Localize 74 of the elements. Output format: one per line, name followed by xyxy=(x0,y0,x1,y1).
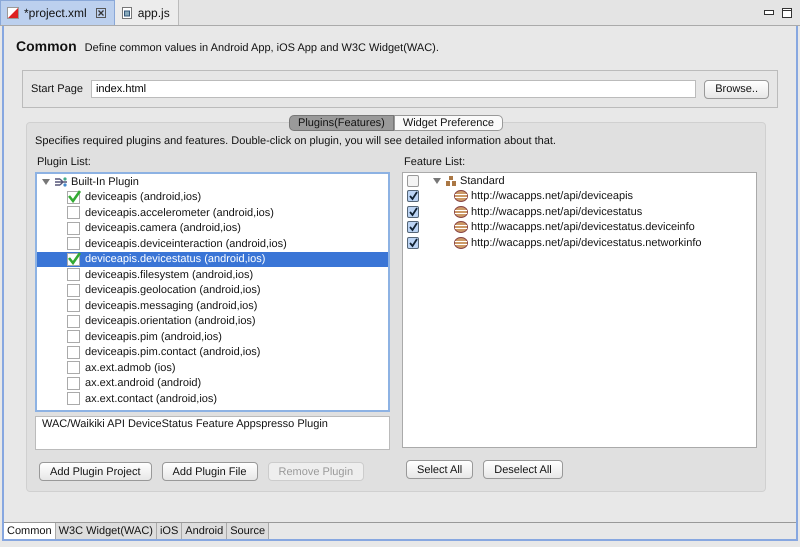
feature-item[interactable]: http://wacapps.net/api/devicestatus.deviceinfo xyxy=(471,221,695,234)
feature-icon xyxy=(454,221,468,234)
page-tab[interactable]: W3C Widget(WAC) xyxy=(56,523,157,539)
instructions-text: Specifies required plugins and features. Double-click on plugin, you will see detailed information about that. xyxy=(35,135,557,149)
checkbox[interactable] xyxy=(67,190,80,204)
xml-file-icon xyxy=(7,7,19,19)
plugin-item[interactable]: deviceapis.deviceinteraction (android,ios) xyxy=(37,236,388,252)
plugin-item[interactable]: ax.ext.android (android) xyxy=(37,376,388,391)
feature-icon xyxy=(454,206,468,218)
checkbox[interactable] xyxy=(67,284,80,297)
checkbox[interactable] xyxy=(67,346,80,359)
plugin-item[interactable]: deviceapis.orientation (android,ios) xyxy=(37,314,388,329)
feature-icon xyxy=(454,190,468,202)
feature-item[interactable]: http://wacapps.net/api/devicestatus.networkinfo xyxy=(471,236,702,249)
page-title: Common xyxy=(16,38,77,54)
plugin-item[interactable]: deviceapis.accelerometer (android,ios) xyxy=(37,205,388,220)
plugin-item[interactable]: ax.ext.admob (ios) xyxy=(37,360,388,376)
tree-item[interactable]: Built-In Plugin xyxy=(71,176,139,188)
page-description: Define common values in Android App, iOS App and W3C Widget(WAC). xyxy=(84,42,439,54)
plugin-item[interactable]: deviceapis.devicestatus (android,ios) xyxy=(37,252,388,267)
checkbox[interactable] xyxy=(67,206,80,220)
checkbox[interactable] xyxy=(407,206,419,218)
feature-button[interactable]: Select All xyxy=(406,460,474,479)
plugin-item[interactable]: deviceapis.geolocation (android,ios) xyxy=(37,282,388,298)
start-page-label: Start Page xyxy=(31,83,83,95)
page-tab[interactable]: Common xyxy=(4,523,56,539)
feature-item[interactable]: http://wacapps.net/api/devicestatus xyxy=(471,206,642,218)
checkbox[interactable] xyxy=(67,237,80,250)
checkbox[interactable] xyxy=(407,236,419,249)
minimize-icon[interactable] xyxy=(764,10,774,16)
checkbox[interactable] xyxy=(67,299,80,312)
browse-button[interactable]: Browse.. xyxy=(704,80,769,98)
checkbox[interactable] xyxy=(67,330,80,344)
section-tab[interactable]: Plugins(Features) xyxy=(289,115,394,131)
plugin-item[interactable]: deviceapis.pim (android,ios) xyxy=(37,329,388,344)
page-tab[interactable]: Source xyxy=(227,523,270,539)
start-page-field[interactable]: index.html xyxy=(90,80,696,98)
plugin-button[interactable]: Add Plugin Project xyxy=(39,462,152,481)
feature-item[interactable]: http://wacapps.net/api/deviceapis xyxy=(471,190,634,202)
feature-button[interactable]: Deselect All xyxy=(483,460,563,479)
checkbox[interactable] xyxy=(67,268,80,282)
plugin-item[interactable]: deviceapis.filesystem (android,ios) xyxy=(37,267,388,282)
plugin-button[interactable]: Add Plugin File xyxy=(162,462,258,481)
checkbox[interactable] xyxy=(67,376,80,390)
plugin-description: WAC/Waikiki API DeviceStatus Feature Appspresso Plugin xyxy=(35,416,390,450)
editor-tab[interactable]: app.js xyxy=(114,0,179,25)
plugin-list-label: Plugin List: xyxy=(36,155,92,170)
plugin-item[interactable]: deviceapis.pim.contact (android,ios) xyxy=(37,344,388,360)
checkbox[interactable] xyxy=(407,174,419,187)
plugin-item[interactable]: deviceapis.camera (android,ios) xyxy=(37,220,388,236)
checkbox[interactable] xyxy=(67,361,80,374)
checkbox[interactable] xyxy=(67,252,80,266)
checkbox[interactable] xyxy=(407,190,419,202)
feature-tree: Standard http://wacapps.net/api/deviceapis http://wacapps.net/api/devicestatus http://wacapps.net/api/devicestatus.deviceinfo http://wacapps.net/api/devicestatus.networkinfo xyxy=(402,172,757,448)
expand-triangle-icon[interactable] xyxy=(41,178,51,186)
checkbox[interactable] xyxy=(407,221,419,234)
section-tab[interactable]: Widget Preference xyxy=(394,115,503,131)
plugin-item[interactable]: deviceapis.messaging (android,ios) xyxy=(37,298,388,314)
feature-list-label: Feature List: xyxy=(403,155,466,170)
checkbox[interactable] xyxy=(67,222,80,235)
editor-tab[interactable]: *project.xml xyxy=(0,0,115,25)
checkbox[interactable] xyxy=(67,392,80,406)
js-file-icon xyxy=(120,6,133,18)
blocks-icon xyxy=(445,174,457,187)
page-tab[interactable]: Android xyxy=(182,523,228,539)
maximize-icon[interactable] xyxy=(782,8,792,18)
close-icon[interactable] xyxy=(96,8,106,18)
plugin-item[interactable]: deviceapis (android,ios) xyxy=(37,190,388,205)
plugin-item[interactable]: ax.ext.contact (android,ios) xyxy=(37,391,388,406)
plugin-group-icon xyxy=(54,176,68,188)
page-tab[interactable]: iOS xyxy=(156,523,182,539)
expand-triangle-icon[interactable] xyxy=(432,176,442,185)
checkbox[interactable] xyxy=(67,314,80,328)
feature-icon xyxy=(454,236,468,249)
